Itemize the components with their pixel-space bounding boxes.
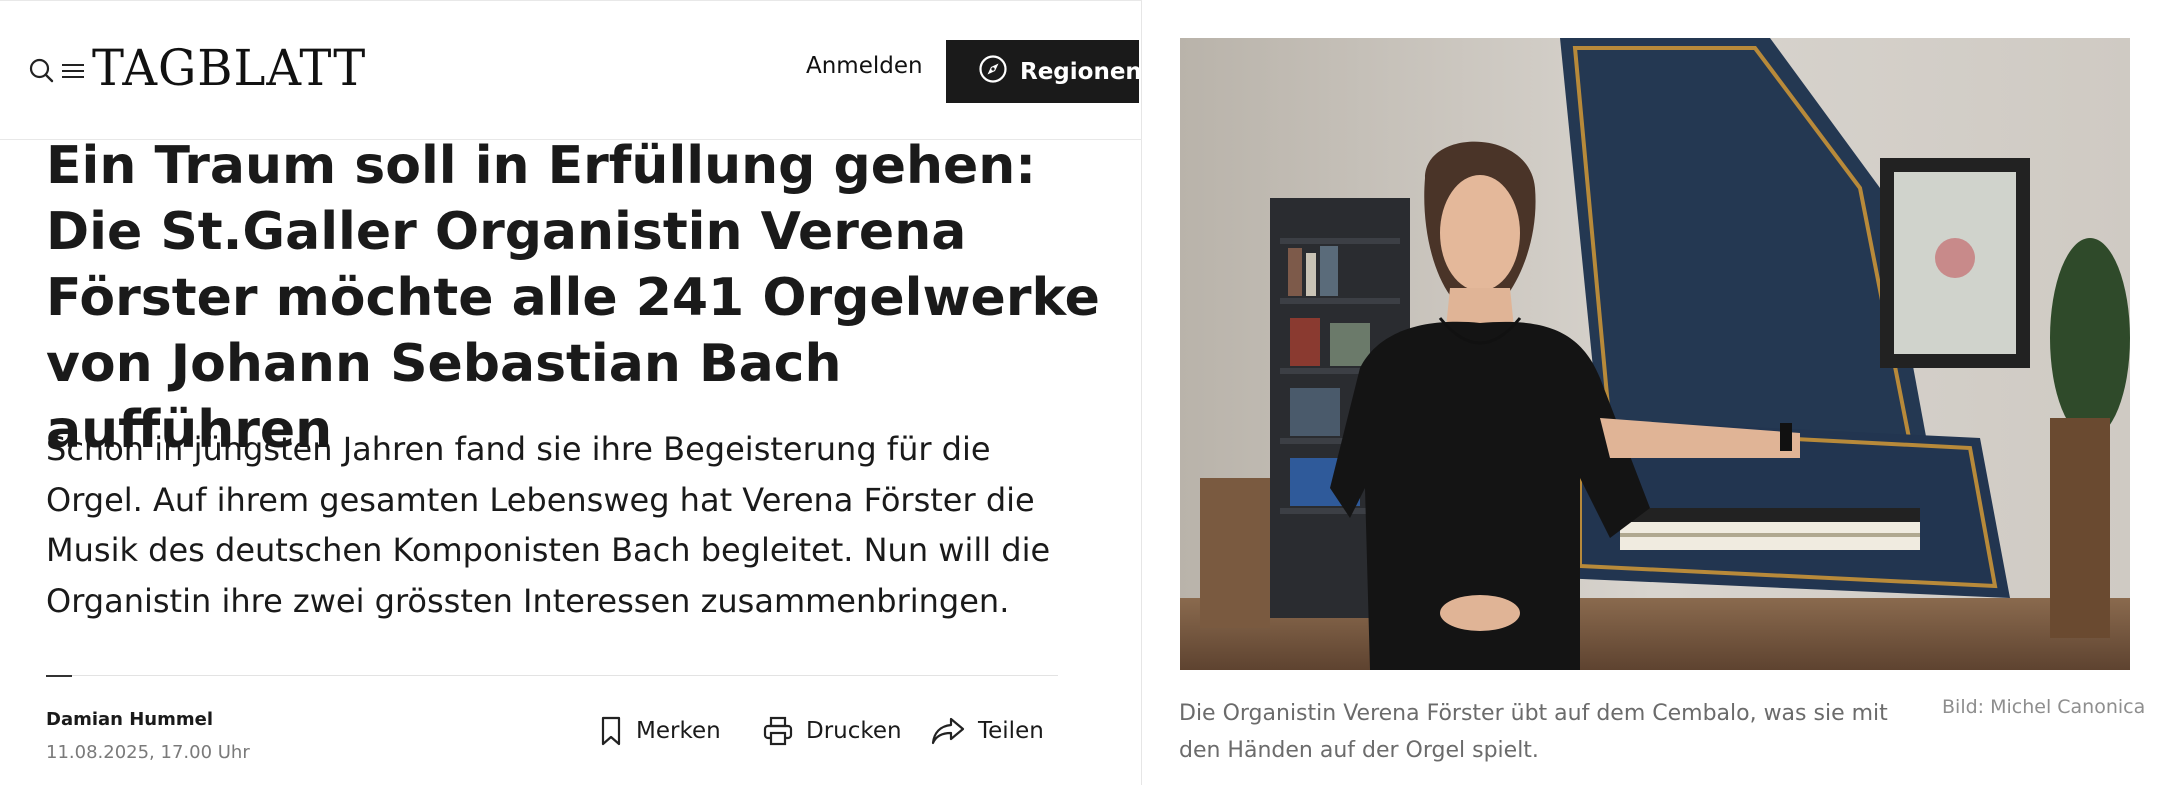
site-logo[interactable]: TAGBLATT bbox=[92, 39, 366, 97]
bookmark-icon bbox=[598, 715, 624, 747]
header-icons bbox=[28, 57, 86, 89]
image-credit: Bild: Michel Canonica bbox=[1942, 696, 2146, 718]
share-label: Teilen bbox=[978, 718, 1044, 744]
share-button[interactable]: Teilen bbox=[930, 715, 1044, 747]
menu-icon[interactable] bbox=[60, 60, 86, 86]
author-name[interactable]: Damian Hummel bbox=[46, 709, 213, 730]
article-lead: Schon in jüngsten Jahren fand sie ihre B… bbox=[46, 430, 1051, 620]
article-photo[interactable] bbox=[1180, 38, 2130, 670]
site-header: TAGBLATT Anmelden Regionen bbox=[0, 0, 1142, 140]
print-label: Drucken bbox=[806, 718, 902, 744]
image-caption: Die Organistin Verena Förster übt auf de… bbox=[1179, 701, 1888, 763]
print-icon bbox=[762, 715, 794, 747]
article-column: TAGBLATT Anmelden Regionen Ein Traum sol… bbox=[0, 0, 1142, 785]
share-icon bbox=[930, 715, 966, 747]
divider bbox=[46, 675, 1058, 676]
regions-label: Regionen bbox=[1020, 58, 1142, 85]
print-button[interactable]: Drucken bbox=[762, 715, 902, 747]
search-icon[interactable] bbox=[28, 57, 56, 89]
compass-icon bbox=[978, 54, 1008, 90]
login-button[interactable]: Anmelden bbox=[806, 53, 923, 79]
divider-accent bbox=[46, 675, 72, 677]
bookmark-button[interactable]: Merken bbox=[598, 715, 721, 747]
bookmark-label: Merken bbox=[636, 718, 721, 744]
article-headline: Ein Traum soll in Erfüllung gehen: Die S… bbox=[46, 136, 1100, 460]
publish-date: 11.08.2025, 17.00 Uhr bbox=[46, 742, 250, 763]
regions-button[interactable]: Regionen bbox=[946, 40, 1142, 103]
